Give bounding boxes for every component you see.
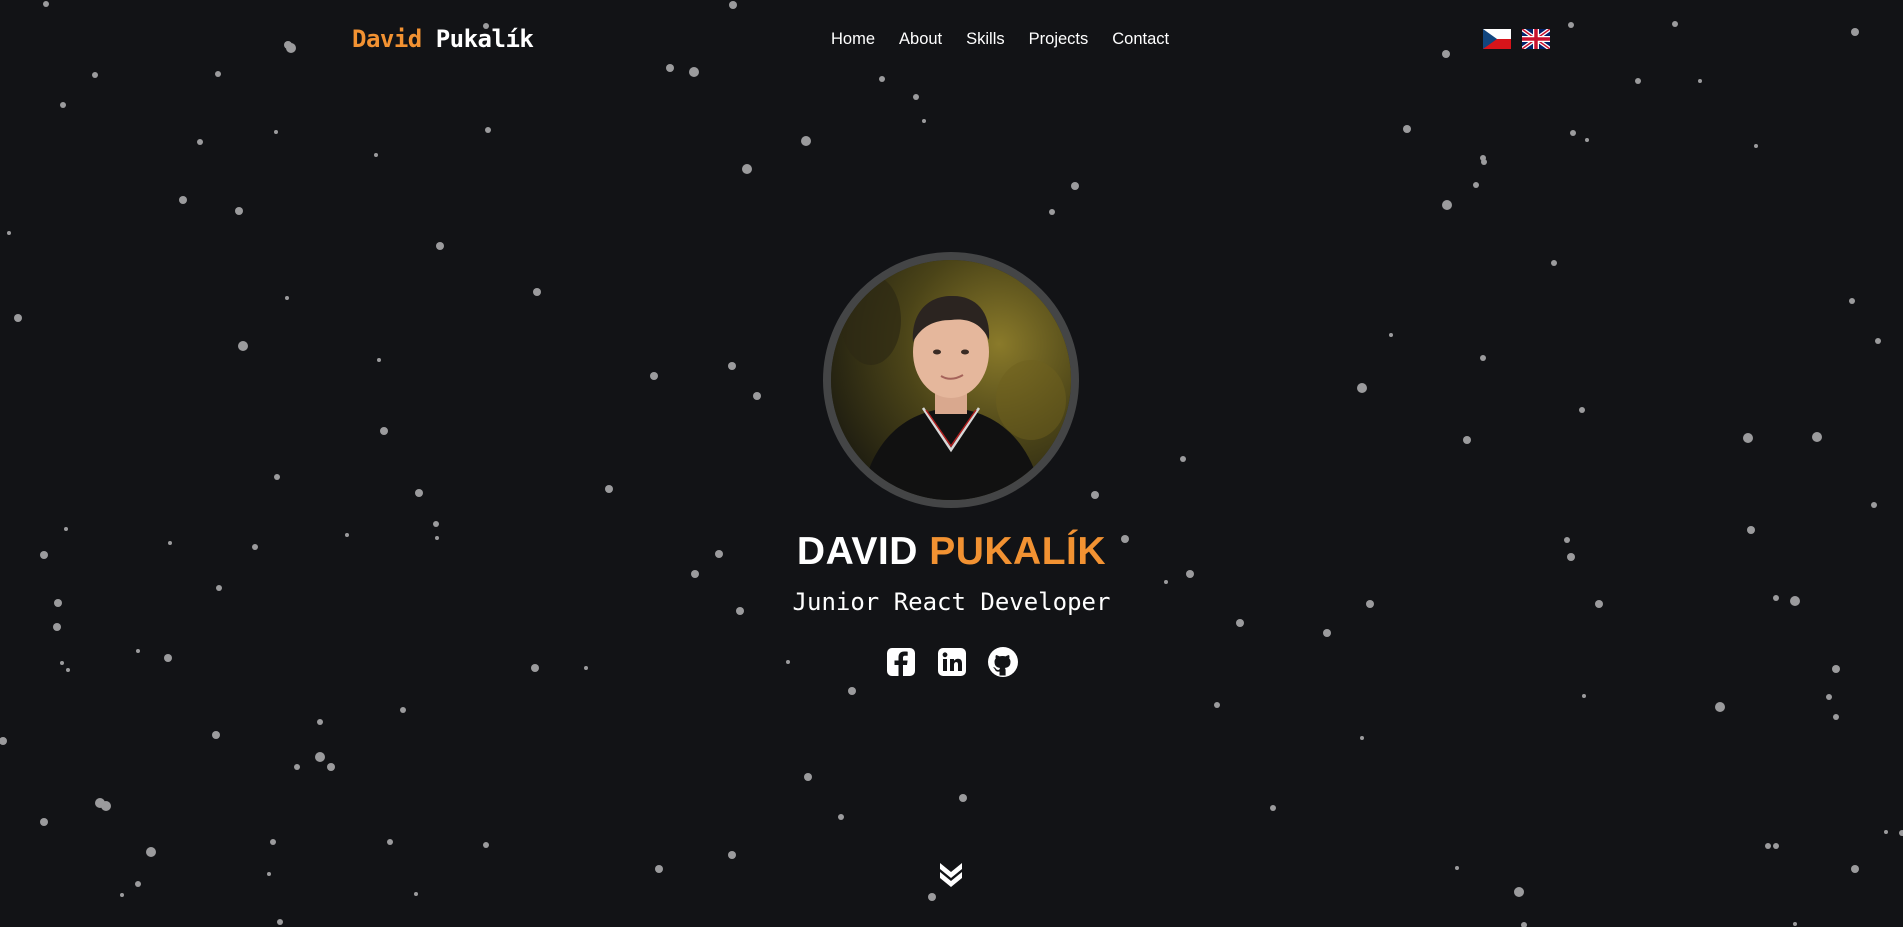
hero-name: DAVID PUKALÍK <box>0 530 1903 574</box>
logo-last-name: Pukalík <box>435 25 534 53</box>
language-switcher <box>1483 29 1550 49</box>
page: David Pukalík Home About Skills Projects… <box>0 0 1903 927</box>
main-nav: Home About Skills Projects Contact <box>831 30 1169 49</box>
hero-last-name: PUKALÍK <box>929 530 1107 573</box>
nav-skills[interactable]: Skills <box>966 30 1005 49</box>
hero-first-name: DAVID <box>796 530 918 573</box>
czech-flag-icon[interactable] <box>1483 29 1511 49</box>
navbar: David Pukalík Home About Skills Projects… <box>0 0 1903 80</box>
avatar <box>823 252 1079 508</box>
github-icon[interactable] <box>986 645 1020 679</box>
logo[interactable]: David Pukalík <box>352 25 534 53</box>
logo-first-name: David <box>352 25 422 53</box>
facebook-icon[interactable] <box>884 645 918 679</box>
nav-home[interactable]: Home <box>831 30 875 49</box>
social-links <box>884 645 1020 679</box>
profile-photo <box>831 260 1071 500</box>
chevron-double-down-icon[interactable] <box>938 860 964 888</box>
hero-role: Junior React Developer <box>792 588 1111 616</box>
nav-contact[interactable]: Contact <box>1112 30 1169 49</box>
linkedin-icon[interactable] <box>935 645 969 679</box>
nav-about[interactable]: About <box>899 30 942 49</box>
uk-flag-icon[interactable] <box>1522 29 1550 49</box>
hero-section: DAVID PUKALÍK Junior React Developer <box>0 0 1903 927</box>
nav-projects[interactable]: Projects <box>1029 30 1089 49</box>
